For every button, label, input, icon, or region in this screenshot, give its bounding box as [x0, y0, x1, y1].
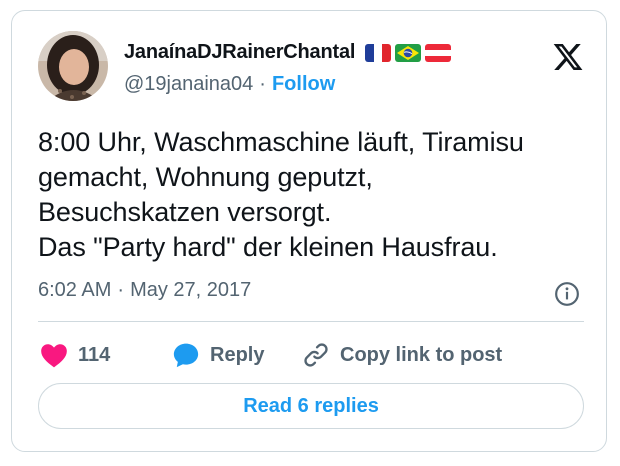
timestamp-separator: ·	[117, 279, 125, 301]
avatar[interactable]	[38, 31, 108, 101]
author-name-row: JanaínaDJRainerChantal	[124, 41, 452, 64]
heart-icon	[41, 344, 67, 368]
handle-separator: ·	[259, 73, 266, 95]
follow-button[interactable]: Follow	[272, 73, 335, 96]
info-icon[interactable]	[554, 281, 580, 307]
speech-bubble-icon	[173, 343, 199, 368]
author-handle[interactable]: @19janaina04	[124, 73, 253, 96]
tweet-time[interactable]: 6:02 AM	[38, 279, 111, 302]
france-flag-icon	[365, 43, 392, 62]
x-logo-icon[interactable]	[552, 41, 584, 73]
tweet-date[interactable]: May 27, 2017	[130, 279, 251, 302]
reply-button[interactable]: Reply	[172, 337, 264, 373]
copy-link-label: Copy link to post	[340, 343, 503, 366]
tweet-text: 8:00 Uhr, Waschmaschine läuft, Tiramisu …	[38, 127, 524, 262]
flag-emojis	[365, 43, 452, 62]
brazil-flag-icon	[395, 43, 422, 62]
austria-flag-icon	[425, 43, 452, 62]
author-handle-row: @19janaina04 · Follow	[124, 73, 335, 96]
tweet-timestamp: 6:02 AM · May 27, 2017	[38, 279, 251, 302]
like-button[interactable]: 114	[40, 337, 110, 373]
link-icon	[304, 343, 328, 367]
avatar-photo	[38, 31, 108, 101]
reply-label: Reply	[210, 343, 265, 366]
read-replies-button[interactable]: Read 6 replies	[38, 383, 584, 429]
divider	[38, 321, 584, 322]
tweet-card: JanaínaDJRainerChantal @19janaina04 · Fo…	[11, 10, 607, 452]
author-display-name[interactable]: JanaínaDJRainerChantal	[124, 41, 355, 64]
read-replies-label: Read 6 replies	[243, 394, 379, 417]
like-count: 114	[78, 343, 111, 366]
action-bar: 114 Reply Copy link to post	[40, 337, 600, 373]
copy-link-button[interactable]: Copy link to post	[302, 337, 502, 373]
